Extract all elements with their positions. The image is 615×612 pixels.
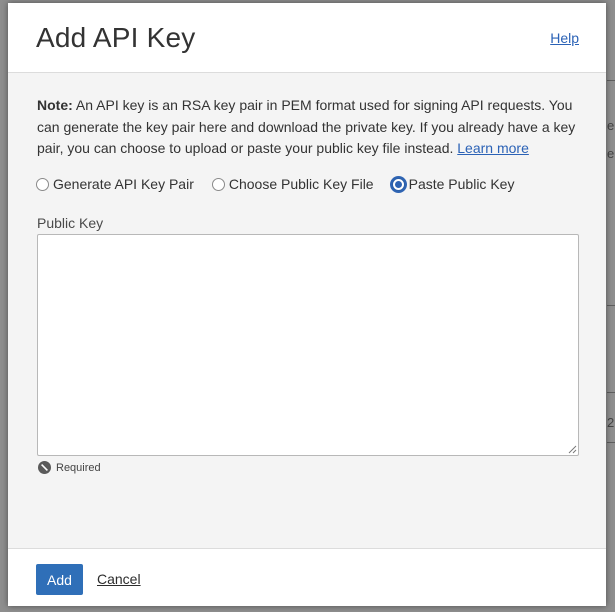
radio-label: Paste Public Key [408, 176, 515, 192]
prohibited-circle-icon [38, 461, 51, 474]
dialog-footer: Add Cancel [8, 548, 606, 606]
background-text-fragment: e [607, 146, 615, 161]
note-label: Note: [37, 97, 73, 113]
learn-more-link[interactable]: Learn more [457, 140, 529, 156]
radio-button-unchecked[interactable] [211, 177, 225, 191]
required-text: Required [56, 461, 101, 474]
radio-choose-public-key-file[interactable]: Choose Public Key File [211, 176, 374, 192]
help-link[interactable]: Help [550, 30, 579, 46]
radio-button-unchecked[interactable] [36, 177, 49, 191]
resize-grip-icon[interactable] [567, 444, 577, 454]
note-paragraph: Note: An API key is an RSA key pair in P… [37, 95, 582, 160]
background-divider [607, 80, 615, 81]
public-key-label: Public Key [37, 215, 104, 231]
add-api-key-dialog: Add API Key Help Note: An API key is an … [8, 3, 606, 606]
radio-generate-api-key-pair[interactable]: Generate API Key Pair [36, 176, 194, 192]
add-button[interactable]: Add [36, 564, 83, 595]
public-key-textarea[interactable] [37, 234, 579, 456]
radio-label: Generate API Key Pair [53, 176, 194, 192]
cancel-button[interactable]: Cancel [97, 571, 141, 587]
dialog-title: Add API Key [36, 22, 196, 53]
radio-label: Choose Public Key File [228, 176, 374, 192]
background-text-fragment: e [607, 118, 615, 133]
radio-paste-public-key[interactable]: Paste Public Key [391, 176, 515, 192]
background-divider [607, 392, 615, 393]
background-divider [607, 442, 615, 443]
background-text-fragment: 2 [607, 415, 615, 430]
dialog-header: Add API Key Help [8, 3, 606, 73]
required-indicator: Required [38, 461, 101, 474]
background-divider [607, 305, 615, 306]
key-source-radio-group: Generate API Key Pair Choose Public Key … [36, 174, 514, 194]
radio-button-checked[interactable] [391, 177, 405, 191]
